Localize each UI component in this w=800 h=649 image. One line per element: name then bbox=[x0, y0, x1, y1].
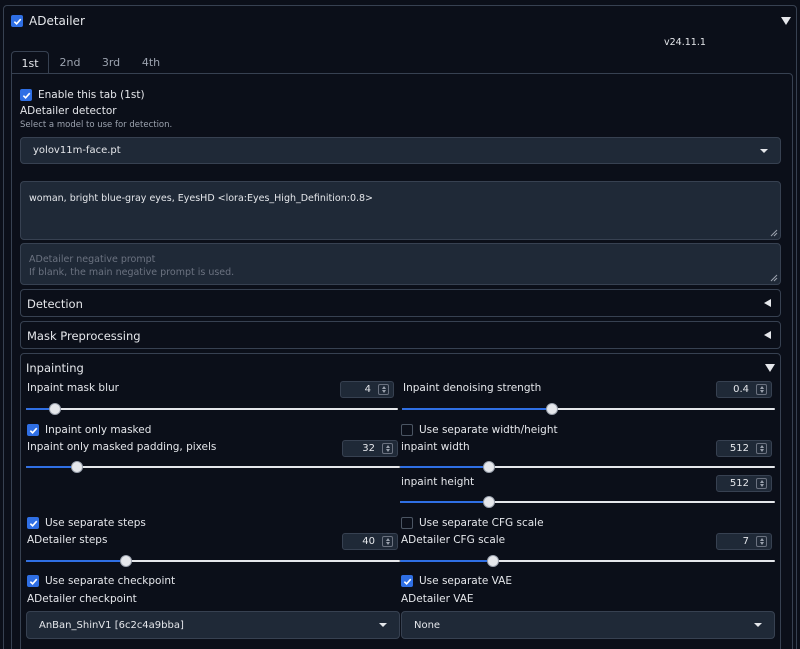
check-icon bbox=[29, 578, 37, 585]
width-slider[interactable] bbox=[400, 461, 775, 473]
negative-prompt-placeholder: ADetailer negative prompt If blank, the … bbox=[29, 254, 235, 278]
separate-steps-row[interactable]: Use separate steps bbox=[27, 517, 146, 529]
detector-value: yolov11m-face.pt bbox=[33, 145, 121, 156]
chevron-down-icon bbox=[754, 623, 762, 627]
separate-checkpoint-label: Use separate checkpoint bbox=[45, 575, 176, 587]
width-label: inpaint width bbox=[401, 441, 470, 453]
checkpoint-label: ADetailer checkpoint bbox=[27, 593, 137, 605]
spinner-icon[interactable] bbox=[382, 443, 393, 454]
inpainting-title[interactable]: Inpainting bbox=[26, 361, 84, 375]
collapse-triangle-icon[interactable] bbox=[765, 364, 775, 372]
mask-blur-label: Inpaint mask blur bbox=[27, 382, 119, 394]
tab-4th[interactable]: 4th bbox=[133, 51, 169, 73]
padding-input[interactable]: 32 bbox=[342, 440, 398, 457]
padding-label: Inpaint only masked padding, pixels bbox=[27, 441, 217, 453]
mask-preprocessing-title: Mask Preprocessing bbox=[27, 329, 141, 343]
expand-triangle-icon bbox=[764, 331, 771, 339]
spinner-icon[interactable] bbox=[756, 443, 767, 454]
enable-tab-checkbox[interactable] bbox=[20, 89, 32, 101]
expand-triangle-icon bbox=[764, 299, 771, 307]
only-masked-row[interactable]: Inpaint only masked bbox=[27, 424, 151, 436]
height-label: inpaint height bbox=[401, 476, 475, 488]
spinner-icon[interactable] bbox=[382, 536, 393, 547]
resize-handle-icon[interactable] bbox=[770, 229, 778, 237]
check-icon bbox=[22, 92, 30, 99]
separate-vae-checkbox[interactable] bbox=[401, 575, 413, 587]
separate-cfg-label: Use separate CFG scale bbox=[419, 517, 544, 529]
adetailer-enable-checkbox[interactable] bbox=[11, 15, 23, 27]
detector-hint: Select a model to use for detection. bbox=[20, 120, 173, 130]
check-icon bbox=[13, 18, 21, 25]
only-masked-label: Inpaint only masked bbox=[45, 424, 152, 436]
spinner-icon[interactable] bbox=[756, 384, 767, 395]
adetailer-title: ADetailer bbox=[29, 14, 85, 28]
detection-accordion[interactable]: Detection bbox=[20, 289, 781, 317]
height-slider[interactable] bbox=[400, 496, 775, 508]
separate-wh-label: Use separate width/height bbox=[419, 424, 558, 436]
steps-label: ADetailer steps bbox=[27, 534, 108, 546]
vae-label: ADetailer VAE bbox=[401, 593, 474, 605]
height-input[interactable]: 512 bbox=[716, 475, 772, 492]
check-icon bbox=[29, 520, 37, 527]
separate-checkpoint-row[interactable]: Use separate checkpoint bbox=[27, 575, 175, 587]
enable-tab-label: Enable this tab (1st) bbox=[38, 89, 145, 101]
separate-steps-label: Use separate steps bbox=[45, 517, 146, 529]
spinner-icon[interactable] bbox=[756, 536, 767, 547]
mask-blur-slider[interactable] bbox=[26, 403, 398, 415]
separate-cfg-row[interactable]: Use separate CFG scale bbox=[401, 517, 544, 529]
cfg-slider[interactable] bbox=[400, 555, 775, 567]
width-input[interactable]: 512 bbox=[716, 440, 772, 457]
separate-vae-label: Use separate VAE bbox=[419, 575, 512, 587]
detector-dropdown[interactable]: yolov11m-face.pt bbox=[20, 137, 781, 164]
prompt-text: woman, bright blue-gray eyes, EyesHD <lo… bbox=[29, 193, 374, 204]
separate-wh-row[interactable]: Use separate width/height bbox=[401, 424, 558, 436]
steps-input[interactable]: 40 bbox=[342, 533, 398, 550]
mask-blur-input[interactable]: 4 bbox=[340, 381, 394, 398]
checkpoint-value: AnBan_ShinV1 [6c2c4a9bba] bbox=[39, 619, 184, 631]
checkpoint-dropdown[interactable]: AnBan_ShinV1 [6c2c4a9bba] bbox=[26, 611, 400, 639]
tab-2nd[interactable]: 2nd bbox=[52, 51, 88, 73]
cfg-label: ADetailer CFG scale bbox=[401, 534, 506, 546]
chevron-down-icon bbox=[379, 623, 387, 627]
separate-vae-row[interactable]: Use separate VAE bbox=[401, 575, 512, 587]
vae-value: None bbox=[414, 619, 441, 631]
adetailer-enable-row[interactable]: ADetailer bbox=[11, 14, 85, 28]
padding-slider[interactable] bbox=[26, 461, 400, 473]
check-icon bbox=[29, 427, 37, 434]
version-label: v24.11.1 bbox=[664, 37, 706, 48]
check-icon bbox=[403, 578, 411, 585]
denoise-slider[interactable] bbox=[402, 403, 775, 415]
detection-title: Detection bbox=[27, 297, 83, 311]
separate-wh-checkbox[interactable] bbox=[401, 424, 413, 436]
denoise-input[interactable]: 0.4 bbox=[716, 381, 772, 398]
denoise-label: Inpaint denoising strength bbox=[403, 382, 542, 394]
chevron-down-icon bbox=[760, 148, 768, 153]
mask-preprocessing-accordion[interactable]: Mask Preprocessing bbox=[20, 321, 781, 349]
prompt-textarea[interactable]: woman, bright blue-gray eyes, EyesHD <lo… bbox=[20, 181, 781, 240]
tab-3rd[interactable]: 3rd bbox=[93, 51, 129, 73]
tab-1st[interactable]: 1st bbox=[11, 51, 49, 74]
steps-slider[interactable] bbox=[26, 555, 400, 567]
resize-handle-icon[interactable] bbox=[770, 274, 778, 282]
detector-label: ADetailer detector bbox=[20, 105, 117, 117]
collapse-triangle-icon[interactable] bbox=[781, 17, 791, 25]
separate-checkpoint-checkbox[interactable] bbox=[27, 575, 39, 587]
enable-tab-row[interactable]: Enable this tab (1st) bbox=[20, 89, 145, 101]
cfg-input[interactable]: 7 bbox=[716, 533, 772, 550]
only-masked-checkbox[interactable] bbox=[27, 424, 39, 436]
vae-dropdown[interactable]: None bbox=[401, 611, 775, 639]
separate-steps-checkbox[interactable] bbox=[27, 517, 39, 529]
separate-cfg-checkbox[interactable] bbox=[401, 517, 413, 529]
spinner-icon[interactable] bbox=[756, 478, 767, 489]
spinner-icon[interactable] bbox=[378, 384, 389, 395]
negative-prompt-textarea[interactable]: ADetailer negative prompt If blank, the … bbox=[20, 243, 781, 285]
